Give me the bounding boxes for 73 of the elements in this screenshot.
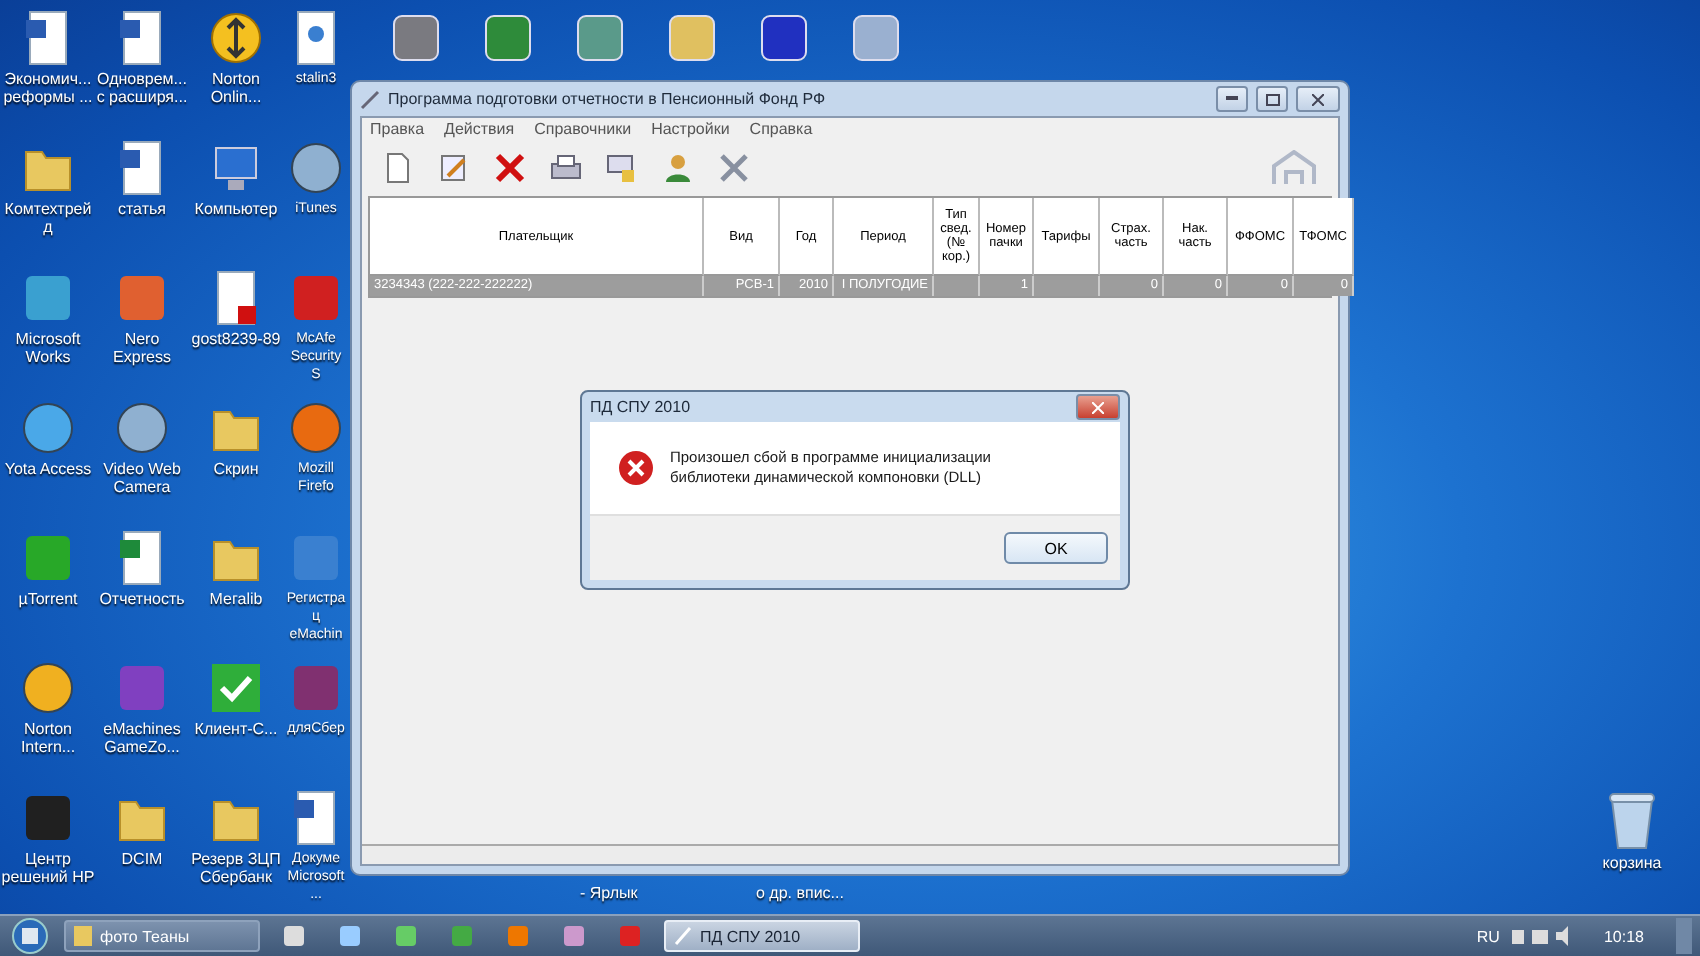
icon-label[interactable]: DCIM bbox=[94, 850, 190, 868]
maximize-button[interactable] bbox=[1256, 86, 1288, 112]
new-document-icon[interactable] bbox=[382, 152, 414, 184]
icon-label[interactable]: gost8239-89 bbox=[188, 330, 284, 348]
app-icon[interactable] bbox=[390, 12, 442, 64]
taskbar-button[interactable]: фото Теаны bbox=[64, 920, 260, 952]
icon-label[interactable]: Отчетность bbox=[94, 590, 190, 608]
menu-item[interactable]: Настройки bbox=[651, 120, 730, 138]
table-cell[interactable] bbox=[934, 276, 980, 296]
app-icon[interactable] bbox=[758, 12, 810, 64]
app-icon bbox=[20, 530, 76, 586]
icon-label[interactable]: Клиент-С... bbox=[188, 720, 284, 738]
icon-label[interactable]: Video Web Camera bbox=[94, 460, 190, 496]
user-icon[interactable] bbox=[662, 152, 694, 184]
arrows-icon bbox=[208, 10, 264, 66]
clock: 10:18 bbox=[1603, 927, 1644, 945]
taskbar-button[interactable]: ПД СПУ 2010 bbox=[664, 920, 860, 952]
app-icon[interactable] bbox=[850, 12, 902, 64]
icon-label[interactable]: Комтехтрейд bbox=[0, 200, 96, 236]
printer-icon[interactable] bbox=[550, 152, 582, 184]
icon-label[interactable]: Скрин bbox=[188, 460, 284, 478]
app-icon[interactable] bbox=[574, 12, 626, 64]
window-title: Программа подготовки отчетности в Пенсионный Фонд РФ bbox=[388, 90, 828, 108]
language-indicator[interactable]: RU bbox=[1476, 927, 1500, 945]
close-button[interactable] bbox=[1296, 86, 1340, 112]
app-icon[interactable] bbox=[282, 924, 306, 948]
icon-label[interactable]: Одноврем... с расширя... bbox=[94, 70, 190, 106]
app-icon[interactable] bbox=[562, 924, 586, 948]
checkmark-icon bbox=[208, 660, 264, 716]
icon-label[interactable]: Norton Intern... bbox=[0, 720, 96, 756]
icon-label[interactable]: eMachines GameZo... bbox=[94, 720, 190, 756]
app-icon[interactable] bbox=[338, 924, 362, 948]
menu-item[interactable]: Правка bbox=[370, 120, 425, 138]
trash-can-icon[interactable] bbox=[1606, 790, 1658, 850]
app-icon[interactable] bbox=[482, 12, 534, 64]
icon-label[interactable]: - Ярлык bbox=[580, 884, 638, 902]
maximize-icon bbox=[1265, 93, 1279, 105]
close-icon bbox=[1312, 93, 1324, 105]
app-icon bbox=[288, 270, 344, 326]
icon-label[interactable]: Nero Express bbox=[94, 330, 190, 366]
start-button[interactable] bbox=[8, 918, 52, 954]
minimize-button[interactable] bbox=[1216, 86, 1248, 112]
icon-label[interactable]: статья bbox=[94, 200, 190, 218]
icon-label[interactable]: Компьютер bbox=[188, 200, 284, 218]
icon-label[interactable]: Экономич... реформы ... bbox=[0, 70, 96, 106]
menu-item[interactable]: Справочники bbox=[534, 120, 632, 138]
icon-label[interactable]: Мегаlib bbox=[188, 590, 284, 608]
icon-label[interactable]: корзина bbox=[1584, 854, 1680, 872]
ok-button[interactable]: OK bbox=[1004, 532, 1108, 564]
icon-label[interactable]: Yota Access bbox=[0, 460, 96, 478]
error-icon bbox=[618, 450, 654, 486]
close-button[interactable] bbox=[1076, 394, 1120, 420]
app-icon bbox=[20, 790, 76, 846]
icon-label[interactable]: Norton Onlin... bbox=[188, 70, 284, 106]
icon-label[interactable]: Резерв ЗЦП Сбербанк bbox=[188, 850, 284, 886]
app-icon bbox=[114, 270, 170, 326]
app-icon bbox=[288, 530, 344, 586]
close-icon bbox=[1092, 401, 1104, 413]
app-icon[interactable] bbox=[394, 924, 418, 948]
table-cell[interactable] bbox=[1034, 276, 1100, 296]
app-icon bbox=[20, 400, 76, 456]
edit-icon[interactable] bbox=[438, 152, 470, 184]
icon-label[interactable]: µTorrent bbox=[0, 590, 96, 608]
app-icon[interactable] bbox=[666, 12, 718, 64]
icon-label[interactable]: о др. впис... bbox=[756, 884, 844, 902]
dialog-title: ПД СПУ 2010 bbox=[590, 398, 693, 416]
icon-label[interactable]: Центр решений HP bbox=[0, 850, 96, 886]
icon-label[interactable]: Microsoft Works bbox=[0, 330, 96, 366]
menu-item[interactable]: Действия bbox=[444, 120, 515, 138]
delete-icon[interactable] bbox=[494, 152, 526, 184]
tray-icons[interactable] bbox=[1511, 926, 1572, 946]
minimize-icon bbox=[1226, 96, 1238, 102]
menu-item[interactable]: Справка bbox=[749, 120, 813, 138]
